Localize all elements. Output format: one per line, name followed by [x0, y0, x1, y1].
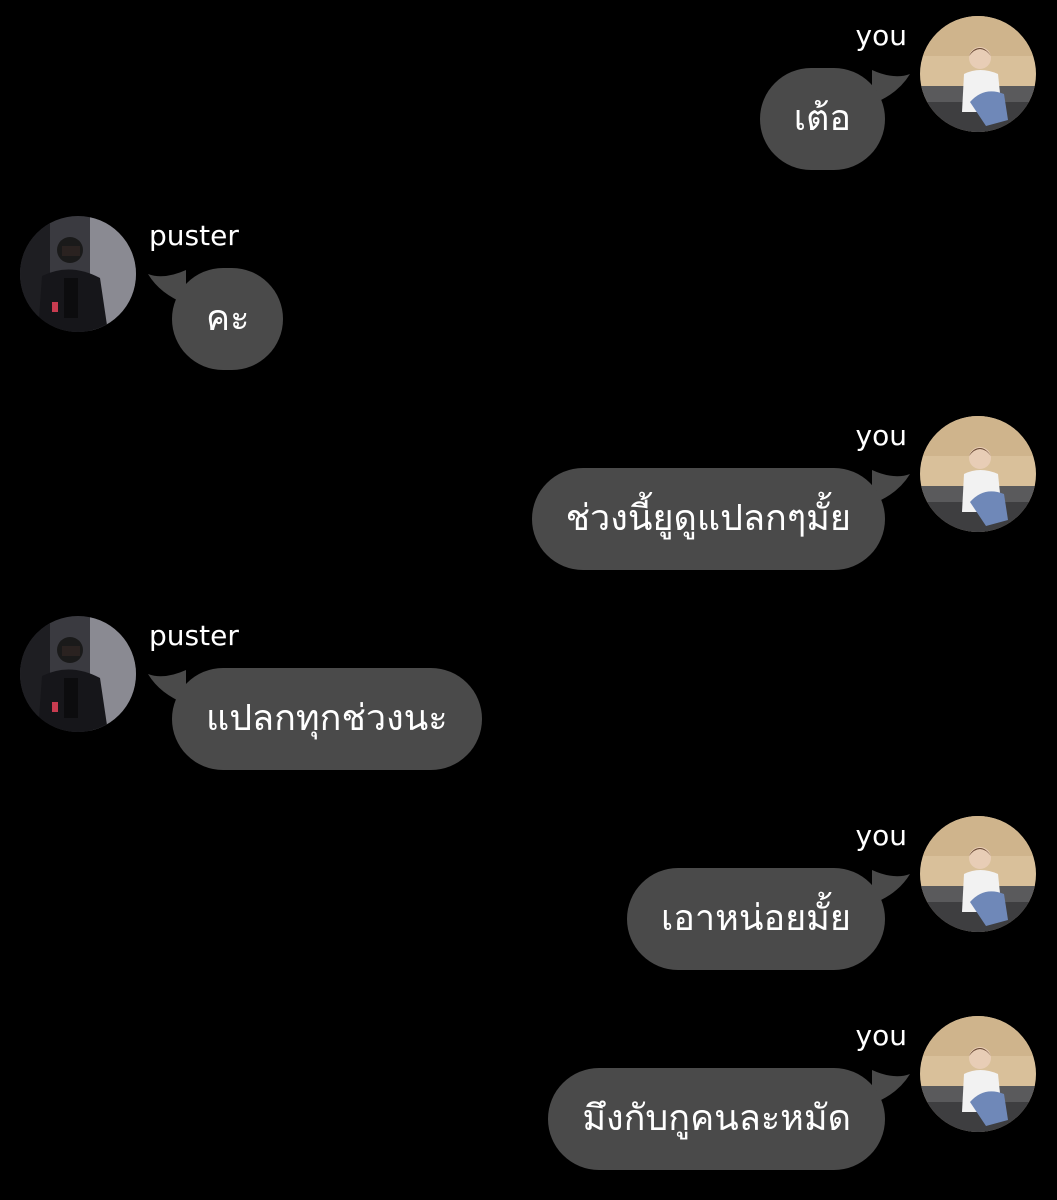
avatar-you-icon[interactable] — [920, 16, 1036, 132]
message-bubble[interactable]: เต้อ — [759, 68, 885, 170]
message-row: you ช่วงนี้ยูดูแปลกๆมั้ย — [0, 400, 1057, 570]
avatar-puster-icon[interactable] — [20, 216, 136, 332]
message-row: puster แปลกทุกช่วงนะ — [0, 600, 1057, 770]
message-bubble[interactable]: แปลกทุกช่วงนะ — [172, 668, 482, 770]
avatar-you-icon[interactable] — [920, 816, 1036, 932]
message-bubble[interactable]: เอาหน่อยมั้ย — [626, 868, 885, 970]
message-row: you เอาหน่อยมั้ย — [0, 800, 1057, 970]
sender-name: you — [855, 19, 907, 52]
message-row: puster คะ — [0, 200, 1057, 370]
avatar-you-icon[interactable] — [920, 416, 1036, 532]
message-row: you มึงกับกูคนละหมัด — [0, 1000, 1057, 1170]
sender-name: you — [855, 419, 907, 452]
message-row: you เต้อ — [0, 0, 1057, 170]
avatar-you-icon[interactable] — [920, 1016, 1036, 1132]
message-bubble[interactable]: คะ — [172, 268, 284, 370]
sender-name: you — [855, 819, 907, 852]
message-bubble[interactable]: มึงกับกูคนละหมัด — [548, 1068, 885, 1170]
message-bubble[interactable]: ช่วงนี้ยูดูแปลกๆมั้ย — [531, 468, 885, 570]
sender-name: puster — [149, 219, 239, 252]
avatar-puster-icon[interactable] — [20, 616, 136, 732]
sender-name: you — [855, 1019, 907, 1052]
sender-name: puster — [149, 619, 239, 652]
